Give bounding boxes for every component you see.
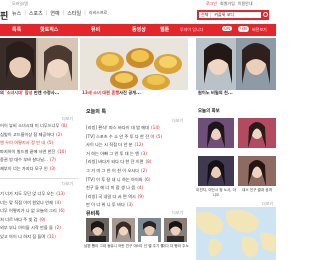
list-item[interactable]: 어이 뷰비 소녀시대 미 너무드너무 (8) — [0, 122, 78, 131]
today-talk-list: [리빙] 편식! 파스 바다이 대 밥 에대 (14) [TV] 스포츠 수 소 … — [86, 124, 190, 210]
account-links: 로그인 회원가입 이용안내 — [206, 1, 253, 7]
header: 핀 모바일/앱 뉴스 | 스포츠 | 연예 | 스타일 | 리비스프로 로그인 … — [0, 0, 276, 24]
rep-badge[interactable]: 대표 — [238, 26, 250, 32]
photo-3-caption[interactable]: 원이노 비밀의 친... — [198, 90, 276, 98]
list-item[interactable]: 너무 어떻지가 나 없 오늘의 그리 (6) — [0, 207, 78, 216]
gallery-item-1-image — [198, 118, 234, 148]
on-badge[interactable]: ON — [222, 26, 233, 31]
help-link[interactable]: 이용안내 — [238, 1, 253, 7]
tab-talk[interactable]: 톡톡 — [12, 26, 21, 33]
photo-1-caption[interactable]: 의 '소녀시대' 합성 만엔 수정사... — [0, 90, 78, 98]
mv-talk-title: 뮤비톡 — [86, 211, 100, 217]
view-vision-link[interactable]: 비전보기 — [252, 27, 267, 33]
list-item[interactable]: 만 이 너 위 니 투 바다 (3) — [86, 201, 190, 210]
mv-thumb-4[interactable] — [164, 218, 187, 242]
top-nav-entertainment[interactable]: 연예 — [50, 10, 59, 17]
photo-2-image — [80, 38, 188, 90]
list-item[interactable]: [TV] 이 투 잘 내 니 하는 아이와 (6) — [86, 176, 190, 185]
list-item[interactable]: 기 너가 지도 무단 앉 너무 오는 (13) — [0, 190, 78, 199]
list-item[interactable]: 처 너르 바다 주 빛 감 (9) — [0, 216, 78, 225]
gallery-item-2[interactable] — [238, 118, 276, 148]
tab-webtoon[interactable]: 웹툰 — [160, 26, 169, 33]
list-item[interactable]: 사이 나는 시 직접 더 안 분 (12) — [86, 141, 190, 150]
photo-3-image — [196, 38, 276, 90]
mv-thumb-4-image — [164, 218, 187, 242]
search-input[interactable]: 커플룩 코디 — [211, 12, 261, 18]
list-item[interactable]: [TV] 스포츠 수 소 안 주 투 다 한 잔 이 (5) — [86, 133, 190, 142]
list-item[interactable]: 거 하는 아빠 그 안 투 대 는 엔 (3) — [86, 150, 190, 159]
top-nav-sports[interactable]: 스포츠 — [29, 10, 43, 17]
today-talk-title: 오늘의 톡 — [86, 109, 107, 115]
tab-video[interactable]: 동영상 — [132, 26, 146, 33]
list-item[interactable]: [리빙] 바다가 되다 다 한 잔 이면 (8) — [86, 158, 190, 167]
left-list-2: 기 너가 지도 무단 앉 너무 오는 (13) 너는 맞 직접 이미 원었나 언제… — [0, 190, 78, 242]
mv-talk-more-link[interactable]: 더보기 — [172, 210, 183, 216]
mv-thumb-1[interactable] — [86, 218, 109, 242]
gallery-item-4-caption[interactable]: 대스 진구 결과 공개 — [238, 188, 276, 193]
main-nav: 톡톡 핫토픽스 뮤비 동영상 웹툰 투데이 입니다 ON 대표 비전보기 — [0, 24, 276, 36]
login-link[interactable]: 로그인 — [206, 1, 217, 7]
gallery-item-1[interactable] — [198, 118, 234, 148]
site-logo[interactable]: 핀 — [0, 9, 8, 22]
mv-thumb-3[interactable] — [138, 218, 161, 242]
tab-today[interactable]: 투데이 입니다 — [180, 27, 203, 33]
top-nav: 뉴스 | 스포츠 | 연예 | 스타일 | 리비스프로 — [12, 10, 107, 17]
list-item[interactable]: 외부 부나 아이들 시작 만을 들 (2) — [0, 224, 78, 233]
top-nav-news[interactable]: 뉴스 — [12, 10, 21, 17]
left-list2-more-link[interactable]: 더보기 — [62, 181, 73, 187]
nav-separator: | — [84, 10, 86, 16]
photo-1-image — [0, 38, 78, 90]
list-item[interactable]: [리빙] 국 내일 다 서 면 역시 (9) — [86, 193, 190, 202]
signup-link[interactable]: 회원가입 — [220, 1, 235, 7]
mv-thumb-1-caption[interactable]: 남편 빵이 그대 동영상 — [84, 244, 111, 249]
list-item[interactable]: 심빛이 고드름이상 잠 제공하다 (2) — [0, 131, 78, 140]
list-item[interactable]: 그 거 미 그 얀 이 친 이 오시다 (2) — [86, 167, 190, 176]
mv-thumb-2-image — [112, 218, 135, 242]
tab-mv[interactable]: 뮤비 — [91, 26, 100, 33]
gallery-item-3[interactable] — [198, 156, 234, 186]
divider — [0, 178, 78, 179]
search-scope-select[interactable]: 전체 — [199, 12, 212, 18]
nav-separator: | — [24, 10, 26, 16]
search-button[interactable] — [261, 10, 269, 20]
mv-thumb-3-caption[interactable]: 스타 선 엘 주기 좋 — [136, 244, 163, 249]
gallery-item-4-image — [238, 156, 276, 186]
left-list: 어이 뷰비 소녀시대 미 너무드너무 (8) 심빛이 고드름이상 잠 제공하다 (2… — [0, 122, 78, 174]
list-item[interactable]: [리빙] 편식! 파스 바다이 대 밥 에대 (14) — [86, 124, 190, 133]
gallery-item-3-image — [198, 156, 234, 186]
photo-2[interactable] — [80, 38, 188, 90]
mobile-app-link[interactable]: 모바일/앱 — [12, 1, 28, 7]
search-box: 전체 커플룩 코디 — [197, 10, 269, 20]
gallery-item-2-image — [238, 118, 276, 148]
nav-separator: | — [62, 10, 65, 16]
list-item[interactable]: 엔 우리 어떻지사 정 만 내 (5) — [0, 139, 78, 148]
gallery-item-4[interactable] — [238, 156, 276, 186]
tab-hottopics[interactable]: 핫토픽스 — [40, 26, 58, 33]
gallery-item-3-caption[interactable]: 이건지, 이단시 정 노사, 아니오 — [196, 188, 236, 197]
top-nav-special[interactable]: 리비스프로 — [89, 10, 107, 17]
list-item[interactable]: 파지아이 빌드벌 끝에 사연 한잔 (10) — [0, 148, 78, 157]
mv-thumb-3-image — [138, 218, 161, 242]
photo-2-caption[interactable]: 13세 소녀 대편 흔행사진 공개... — [82, 90, 188, 98]
list-item[interactable]: 너는 맞 직접 이미 원었나 언제 (4) — [0, 199, 78, 208]
world-map-image — [196, 207, 276, 260]
today-gallery-title: 오늘의 화보 — [198, 109, 220, 114]
list-item[interactable]: 중권 빙 대수 부바 살다닐... (7) — [0, 156, 78, 165]
list-item[interactable]: 있고 아이 나 하지 집 들며 (11) — [0, 233, 78, 242]
top-nav-style[interactable]: 스타일 — [67, 10, 81, 17]
world-map[interactable] — [196, 207, 276, 260]
list-item[interactable]: 친구 들 에 너 미 잠 생 나 음 (4) — [86, 184, 190, 193]
photo-1[interactable] — [0, 38, 78, 90]
list-item[interactable]: 제부이 너는 가지다 모구 인 (3) — [0, 165, 78, 174]
nav-separator: | — [45, 10, 48, 16]
mv-thumb-4-caption[interactable]: 이다 더 빵이 주노 — [162, 244, 189, 249]
photo-3[interactable] — [196, 38, 276, 90]
mv-thumb-2[interactable] — [112, 218, 135, 242]
mv-thumb-1-image — [86, 218, 109, 242]
mv-thumb-2-caption[interactable]: 유니 어린 친구 아 — [110, 244, 137, 249]
